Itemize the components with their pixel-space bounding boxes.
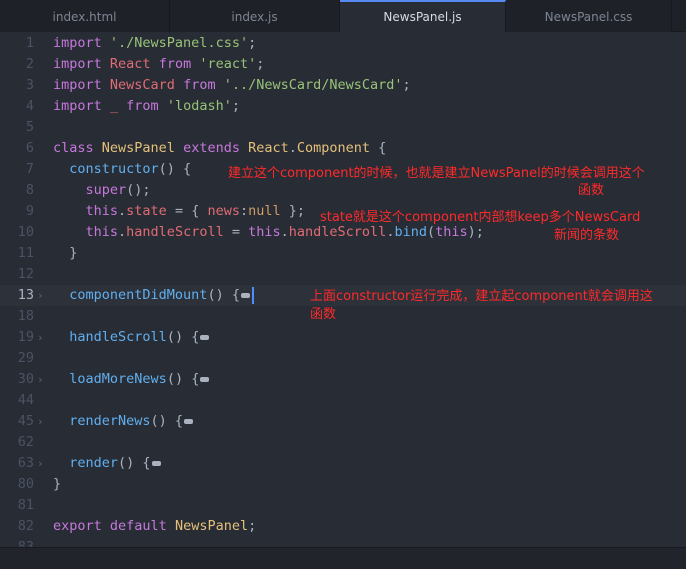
annotation-state-line2: 新闻的条数 [554, 228, 620, 243]
text-cursor [251, 286, 254, 304]
status-bar [0, 547, 686, 569]
line-number: 44 [17, 392, 34, 408]
tab-newspanel-css[interactable]: NewsPanel.css [506, 0, 672, 32]
ellipsis-icon[interactable] [240, 292, 250, 298]
line-number: 80 [17, 476, 34, 492]
line-number: 82 [17, 518, 34, 534]
tab-index-html[interactable]: index.html [0, 0, 170, 32]
code-line[interactable]: 3 import NewsCard from '../NewsCard/NewsC… [0, 75, 686, 96]
ellipsis-icon[interactable] [184, 418, 194, 424]
annotation-constructor-line1: 建立这个component的时候，也就是建立NewsPanel的时候会调用这个 [228, 166, 645, 181]
line-number: 45 [17, 413, 34, 429]
code-text: } [53, 245, 78, 261]
line-number: 2 [25, 56, 34, 72]
code-text: import _ from 'lodash'; [53, 98, 240, 114]
line-number: 12 [17, 266, 34, 282]
line-number: 13 [17, 287, 34, 303]
code-line[interactable]: 11 } [0, 243, 686, 264]
code-text: handleScroll() { [53, 327, 210, 348]
code-text: this.state = { news:null }; [85, 203, 306, 219]
code-text: constructor() { [69, 161, 192, 177]
code-line[interactable]: 63 › render() { [0, 453, 686, 474]
annotation-state-line1: state就是这个component内部想keep多个NewsCard [320, 210, 641, 225]
line-number: 6 [25, 140, 34, 156]
annotation-didmount-line1: 上面constructor运行完成，建立起component就会调用这 [310, 289, 653, 304]
code-text: class NewsPanel extends React.Component … [53, 140, 387, 156]
code-line[interactable]: 29 [0, 348, 686, 369]
code-text: renderNews() { [53, 411, 194, 432]
code-line[interactable]: 80} [0, 474, 686, 495]
line-number: 29 [17, 350, 34, 366]
tab-newspanel-js[interactable]: NewsPanel.js [340, 0, 506, 32]
ellipsis-icon[interactable] [200, 334, 210, 340]
code-text: render() { [53, 453, 161, 474]
line-number: 81 [17, 497, 34, 513]
chevron-right-icon[interactable]: › [37, 369, 44, 390]
chevron-right-icon[interactable]: › [37, 285, 44, 306]
code-text: super(); [85, 182, 151, 198]
chevron-right-icon[interactable]: › [37, 453, 44, 474]
code-line[interactable]: 5 [0, 117, 686, 138]
line-number: 9 [25, 203, 34, 219]
tab-index-js[interactable]: index.js [170, 0, 340, 32]
code-line[interactable]: 45 › renderNews() { [0, 411, 686, 432]
line-number: 3 [25, 77, 34, 93]
ellipsis-icon[interactable] [151, 460, 161, 466]
code-text: componentDidMount() { [53, 285, 254, 306]
code-line[interactable]: 18 [0, 306, 686, 327]
line-number: 62 [17, 434, 34, 450]
code-line[interactable]: 81 [0, 495, 686, 516]
line-number: 30 [17, 371, 34, 387]
line-number: 63 [17, 455, 34, 471]
line-number: 10 [17, 224, 34, 240]
line-number: 18 [17, 308, 34, 324]
line-number: 4 [25, 98, 34, 114]
code-line[interactable]: 4 import _ from 'lodash'; [0, 96, 686, 117]
line-number: 5 [25, 119, 34, 135]
line-number: 11 [17, 245, 34, 261]
tab-bar: index.html index.js NewsPanel.js NewsPan… [0, 0, 686, 32]
line-number: 1 [25, 35, 34, 51]
code-text: export default NewsPanel; [53, 518, 257, 534]
code-line[interactable]: 2 import React from 'react'; [0, 54, 686, 75]
chevron-right-icon[interactable]: › [37, 411, 44, 432]
code-line[interactable]: 6 class NewsPanel extends React.Component… [0, 138, 686, 159]
code-line[interactable]: 30 › loadMoreNews() { [0, 369, 686, 390]
code-line[interactable]: 19 › handleScroll() { [0, 327, 686, 348]
code-line[interactable]: 44 [0, 390, 686, 411]
code-line[interactable]: 12 [0, 264, 686, 285]
code-line[interactable]: 1 import './NewsPanel.css'; [0, 33, 686, 54]
annotation-constructor-line2: 函数 [578, 183, 605, 198]
code-text: import React from 'react'; [53, 56, 265, 72]
chevron-right-icon[interactable]: › [37, 327, 44, 348]
line-number: 19 [17, 329, 34, 345]
code-line[interactable]: 82 export default NewsPanel; [0, 516, 686, 537]
line-number: 7 [25, 161, 34, 177]
code-text: } [53, 476, 62, 492]
annotation-didmount-line2: 函数 [310, 307, 337, 322]
code-text: import NewsCard from '../NewsCard/NewsCa… [53, 77, 411, 93]
code-text: loadMoreNews() { [53, 369, 210, 390]
ellipsis-icon[interactable] [200, 376, 210, 382]
code-line[interactable]: 62 [0, 432, 686, 453]
line-number: 8 [25, 182, 34, 198]
code-text: import './NewsPanel.css'; [53, 35, 257, 51]
